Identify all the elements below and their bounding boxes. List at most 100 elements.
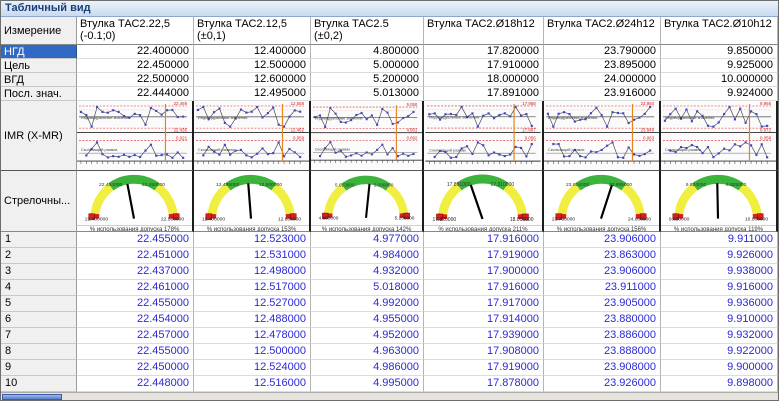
sample-value-6-col2[interactable]: 12.488000 (194, 312, 311, 328)
sample-value-3-col3[interactable]: 4.932000 (311, 264, 424, 280)
sample-value-9-col1[interactable]: 22.450000 (77, 360, 194, 376)
row-target-value-3[interactable]: 5.000000 (311, 59, 424, 73)
sample-value-10-col4[interactable]: 17.878000 (424, 376, 544, 392)
row-lsl-value-1[interactable]: 22.400000 (77, 45, 194, 59)
sample-row-number-7[interactable]: 7 (1, 328, 77, 344)
row-lsl-value-5[interactable]: 23.790000 (544, 45, 661, 59)
sample-row-number-10[interactable]: 10 (1, 376, 77, 392)
row-usl-value-4[interactable]: 18.000000 (424, 73, 544, 87)
sample-value-5-col6[interactable]: 9.936000 (661, 296, 778, 312)
sample-value-4-col6[interactable]: 9.916000 (661, 280, 778, 296)
row-lsl-value-4[interactable]: 17.820000 (424, 45, 544, 59)
sample-value-9-col2[interactable]: 12.524000 (194, 360, 311, 376)
sample-row-number-4[interactable]: 4 (1, 280, 77, 296)
sample-value-7-col3[interactable]: 4.952000 (311, 328, 424, 344)
row-last-value-2[interactable]: 12.495000 (194, 87, 311, 101)
sample-value-5-col2[interactable]: 12.527000 (194, 296, 311, 312)
row-usl-value-5[interactable]: 24.000000 (544, 73, 661, 87)
row-usl-value-2[interactable]: 12.600000 (194, 73, 311, 87)
column-header-4[interactable]: Втулка ТАС2.Ø18h12 (424, 17, 544, 45)
sample-value-2-col4[interactable]: 17.919000 (424, 248, 544, 264)
sample-row-number-5[interactable]: 5 (1, 296, 77, 312)
sample-value-6-col1[interactable]: 22.454000 (77, 312, 194, 328)
sample-row-number-6[interactable]: 6 (1, 312, 77, 328)
sample-value-10-col6[interactable]: 9.898000 (661, 376, 778, 392)
sample-value-9-col3[interactable]: 4.986000 (311, 360, 424, 376)
sample-value-4-col5[interactable]: 23.911000 (544, 280, 661, 296)
sample-value-4-col1[interactable]: 22.461000 (77, 280, 194, 296)
sample-value-4-col3[interactable]: 5.018000 (311, 280, 424, 296)
imr-row-label[interactable]: IMR (X-MR) (1, 101, 77, 171)
column-header-3[interactable]: Втулка ТАС2.5 (±0,2) (311, 17, 424, 45)
sample-value-10-col5[interactable]: 23.926000 (544, 376, 661, 392)
sample-value-2-col5[interactable]: 23.863000 (544, 248, 661, 264)
sample-value-1-col6[interactable]: 9.911000 (661, 232, 778, 248)
row-lsl-label[interactable]: НГД (1, 45, 77, 59)
sample-value-10-col3[interactable]: 4.995000 (311, 376, 424, 392)
row-lsl-value-3[interactable]: 4.800000 (311, 45, 424, 59)
row-target-value-4[interactable]: 17.910000 (424, 59, 544, 73)
sample-value-3-col1[interactable]: 22.437000 (77, 264, 194, 280)
row-target-label[interactable]: Цель (1, 59, 77, 73)
row-lsl-value-6[interactable]: 9.850000 (661, 45, 778, 59)
column-header-2[interactable]: Втулка ТАС2.12,5 (±0,1) (194, 17, 311, 45)
scrollbar-thumb[interactable] (2, 394, 62, 400)
sample-value-3-col6[interactable]: 9.938000 (661, 264, 778, 280)
gauge-row-label[interactable]: Стрелочны... (1, 171, 77, 232)
column-header-1[interactable]: Втулка ТАС2.22,5 (-0.1;0) (77, 17, 194, 45)
measure-header-cell[interactable]: Измерение (1, 17, 77, 45)
row-usl-value-3[interactable]: 5.200000 (311, 73, 424, 87)
sample-value-6-col3[interactable]: 4.955000 (311, 312, 424, 328)
sample-value-4-col2[interactable]: 12.517000 (194, 280, 311, 296)
sample-value-3-col5[interactable]: 23.906000 (544, 264, 661, 280)
sample-value-5-col5[interactable]: 23.905000 (544, 296, 661, 312)
sample-value-7-col2[interactable]: 12.478000 (194, 328, 311, 344)
sample-value-5-col3[interactable]: 4.992000 (311, 296, 424, 312)
row-last-value-1[interactable]: 22.444000 (77, 87, 194, 101)
row-last-value-4[interactable]: 17.891000 (424, 87, 544, 101)
sample-value-7-col1[interactable]: 22.457000 (77, 328, 194, 344)
sample-value-6-col4[interactable]: 17.914000 (424, 312, 544, 328)
sample-value-7-col5[interactable]: 23.886000 (544, 328, 661, 344)
row-usl-value-1[interactable]: 22.500000 (77, 73, 194, 87)
column-header-5[interactable]: Втулка ТАС2.Ø24h12 (544, 17, 661, 45)
row-last-label[interactable]: Посл. знач. (1, 87, 77, 101)
sample-value-1-col4[interactable]: 17.916000 (424, 232, 544, 248)
sample-value-8-col2[interactable]: 12.500000 (194, 344, 311, 360)
sample-value-3-col4[interactable]: 17.900000 (424, 264, 544, 280)
sample-value-7-col6[interactable]: 9.932000 (661, 328, 778, 344)
sample-value-5-col4[interactable]: 17.917000 (424, 296, 544, 312)
sample-value-2-col1[interactable]: 22.451000 (77, 248, 194, 264)
row-lsl-value-2[interactable]: 12.400000 (194, 45, 311, 59)
sample-value-8-col6[interactable]: 9.922000 (661, 344, 778, 360)
sample-value-8-col4[interactable]: 17.908000 (424, 344, 544, 360)
sample-value-1-col3[interactable]: 4.977000 (311, 232, 424, 248)
sample-value-3-col2[interactable]: 12.498000 (194, 264, 311, 280)
sample-row-number-2[interactable]: 2 (1, 248, 77, 264)
row-last-value-3[interactable]: 5.013000 (311, 87, 424, 101)
sample-value-10-col1[interactable]: 22.448000 (77, 376, 194, 392)
row-last-value-6[interactable]: 9.924000 (661, 87, 778, 101)
sample-row-number-9[interactable]: 9 (1, 360, 77, 376)
sample-row-number-1[interactable]: 1 (1, 232, 77, 248)
sample-row-number-3[interactable]: 3 (1, 264, 77, 280)
sample-value-8-col3[interactable]: 4.963000 (311, 344, 424, 360)
row-target-value-1[interactable]: 22.450000 (77, 59, 194, 73)
sample-value-8-col1[interactable]: 22.455000 (77, 344, 194, 360)
row-usl-value-6[interactable]: 10.000000 (661, 73, 778, 87)
sample-value-2-col2[interactable]: 12.531000 (194, 248, 311, 264)
sample-value-1-col2[interactable]: 12.523000 (194, 232, 311, 248)
sample-row-number-8[interactable]: 8 (1, 344, 77, 360)
sample-value-9-col4[interactable]: 17.919000 (424, 360, 544, 376)
row-usl-label[interactable]: ВГД (1, 73, 77, 87)
column-header-6[interactable]: Втулка ТАС2.Ø10h12 (661, 17, 778, 45)
row-target-value-2[interactable]: 12.500000 (194, 59, 311, 73)
sample-value-8-col5[interactable]: 23.888000 (544, 344, 661, 360)
row-target-value-5[interactable]: 23.895000 (544, 59, 661, 73)
sample-value-6-col6[interactable]: 9.910000 (661, 312, 778, 328)
row-last-value-5[interactable]: 23.916000 (544, 87, 661, 101)
sample-value-6-col5[interactable]: 23.880000 (544, 312, 661, 328)
sample-value-10-col2[interactable]: 12.516000 (194, 376, 311, 392)
sample-value-7-col4[interactable]: 17.939000 (424, 328, 544, 344)
sample-value-2-col6[interactable]: 9.926000 (661, 248, 778, 264)
